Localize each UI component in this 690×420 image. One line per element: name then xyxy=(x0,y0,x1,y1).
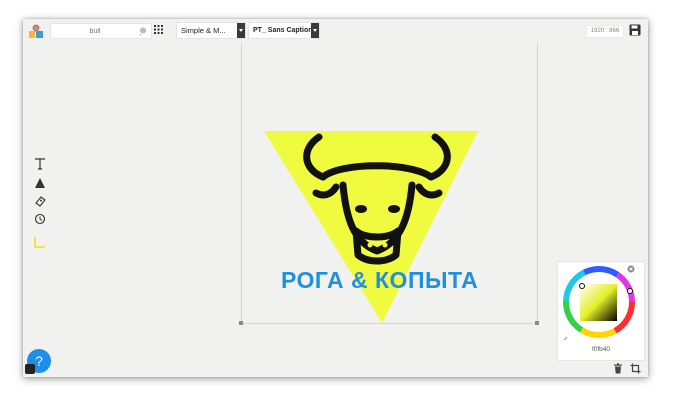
hue-handle[interactable] xyxy=(627,288,633,294)
editor-window: Simple & M... PT_ Sans Caption 1920 : 86… xyxy=(23,19,648,377)
resize-handle-bottom-right[interactable] xyxy=(535,321,539,325)
chevron-down-icon[interactable] xyxy=(237,23,245,38)
app-logo-icon[interactable] xyxy=(29,24,43,38)
color-hex-value[interactable]: f0fb40 xyxy=(558,346,644,353)
canvas-guide-right xyxy=(537,42,538,324)
saturation-square[interactable] xyxy=(580,284,617,321)
brand-text[interactable]: РОГА & КОПЫТА xyxy=(281,267,481,294)
crop-icon[interactable] xyxy=(630,363,641,374)
top-toolbar: Simple & M... PT_ Sans Caption 1920 : 86… xyxy=(23,19,648,41)
close-icon[interactable] xyxy=(627,265,635,273)
color-wheel[interactable] xyxy=(558,262,644,346)
shape-tool-icon[interactable] xyxy=(32,176,48,190)
color-picker-panel[interactable]: f0fb40 xyxy=(557,261,645,361)
font-family-value: PT_ Sans Caption xyxy=(253,27,313,34)
search-box[interactable] xyxy=(50,23,152,39)
search-icon[interactable] xyxy=(138,26,148,36)
trash-icon[interactable] xyxy=(613,363,623,374)
save-icon[interactable] xyxy=(629,24,641,36)
settings-mini-button[interactable] xyxy=(25,364,35,374)
eyedropper-icon[interactable] xyxy=(563,336,568,341)
resolution-display[interactable]: 1920 : 866 xyxy=(586,25,624,38)
sticker-tool-icon[interactable] xyxy=(32,194,48,208)
grid-icon[interactable] xyxy=(154,25,163,34)
logo-artwork[interactable] xyxy=(261,127,481,327)
font-style-value: Simple & M... xyxy=(181,26,226,35)
font-family-select[interactable]: PT_ Sans Caption xyxy=(248,22,320,39)
search-input[interactable] xyxy=(51,24,139,38)
canvas-guide-left xyxy=(241,42,242,324)
chevron-down-icon[interactable] xyxy=(311,23,319,38)
history-tool-icon[interactable] xyxy=(32,212,48,226)
corner-tool-icon[interactable] xyxy=(32,235,48,249)
saturation-handle[interactable] xyxy=(579,283,585,289)
resize-handle-bottom-left[interactable] xyxy=(239,321,243,325)
font-style-select[interactable]: Simple & M... xyxy=(176,22,246,39)
text-tool-icon[interactable] xyxy=(32,157,48,171)
